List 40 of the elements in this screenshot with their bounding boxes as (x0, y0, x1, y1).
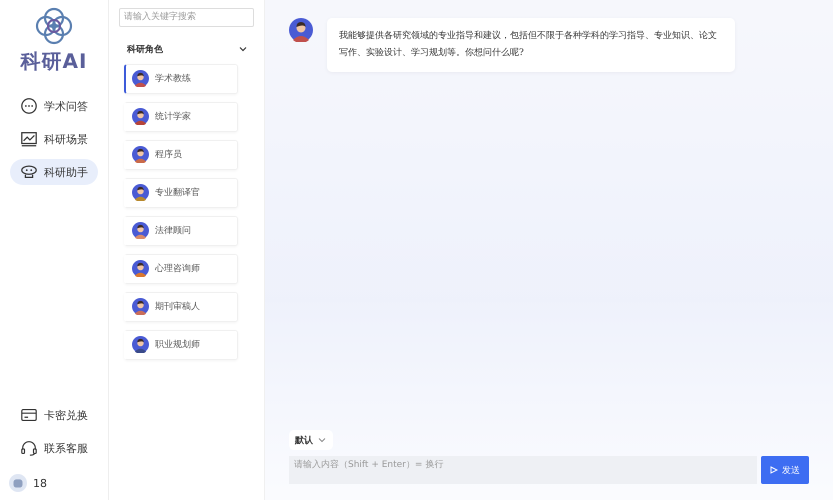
avatar-icon (132, 108, 149, 125)
avatar-icon (132, 260, 149, 277)
message-bubble: 我能够提供各研究领域的专业指导和建议，包括但不限于各种学科的学习指导、专业知识、论文写作、实验设计、学习规划等。你想问什么呢? (327, 18, 735, 72)
brand-name: 科研AI (20, 48, 88, 75)
role-item[interactable]: 职业规划师 (124, 330, 238, 360)
avatar-icon (132, 336, 149, 353)
send-icon (770, 466, 778, 474)
role-item[interactable]: 专业翻译官 (124, 178, 238, 208)
nav-item[interactable]: 科研场景 (10, 126, 98, 152)
role-item[interactable]: 统计学家 (124, 102, 238, 132)
chevron-icon[interactable] (238, 44, 248, 54)
chat-icon (20, 97, 38, 115)
group-title: 科研角色 (127, 44, 163, 56)
role-item[interactable]: 学术教练 (124, 64, 238, 94)
avatar-icon (132, 146, 149, 163)
chart-icon (20, 130, 38, 148)
avatar-icon (132, 184, 149, 201)
nav-item[interactable]: 卡密兑换 (10, 402, 98, 428)
nav-item[interactable]: 学术问答 (10, 93, 98, 119)
nav-item[interactable]: 联系客服 (10, 435, 98, 461)
role-item[interactable]: 期刊审稿人 (124, 292, 238, 322)
card-icon (20, 406, 38, 424)
avatar-icon (132, 298, 149, 315)
model-select[interactable]: 默认 (289, 430, 333, 450)
role-item[interactable]: 心理咨询师 (124, 254, 238, 284)
robot-icon (20, 163, 38, 181)
avatar-icon (289, 18, 313, 42)
avatar-icon (132, 222, 149, 239)
search-field[interactable]: 请输入关键字搜索 (119, 8, 254, 26)
logo-icon (34, 6, 74, 46)
headset-icon (20, 439, 38, 457)
role-item[interactable]: 程序员 (124, 140, 238, 170)
nav-item[interactable]: 科研助手 (10, 159, 98, 185)
user-avatar-icon (9, 474, 27, 492)
user-name: 18 (33, 476, 47, 490)
avatar-icon (132, 70, 149, 87)
message-input[interactable]: 请输入内容（Shift + Enter）= 换行 (289, 456, 757, 484)
send-button[interactable]: 发送 (761, 456, 809, 484)
chevron-icon (317, 435, 327, 445)
role-item[interactable]: 法律顾问 (124, 216, 238, 246)
